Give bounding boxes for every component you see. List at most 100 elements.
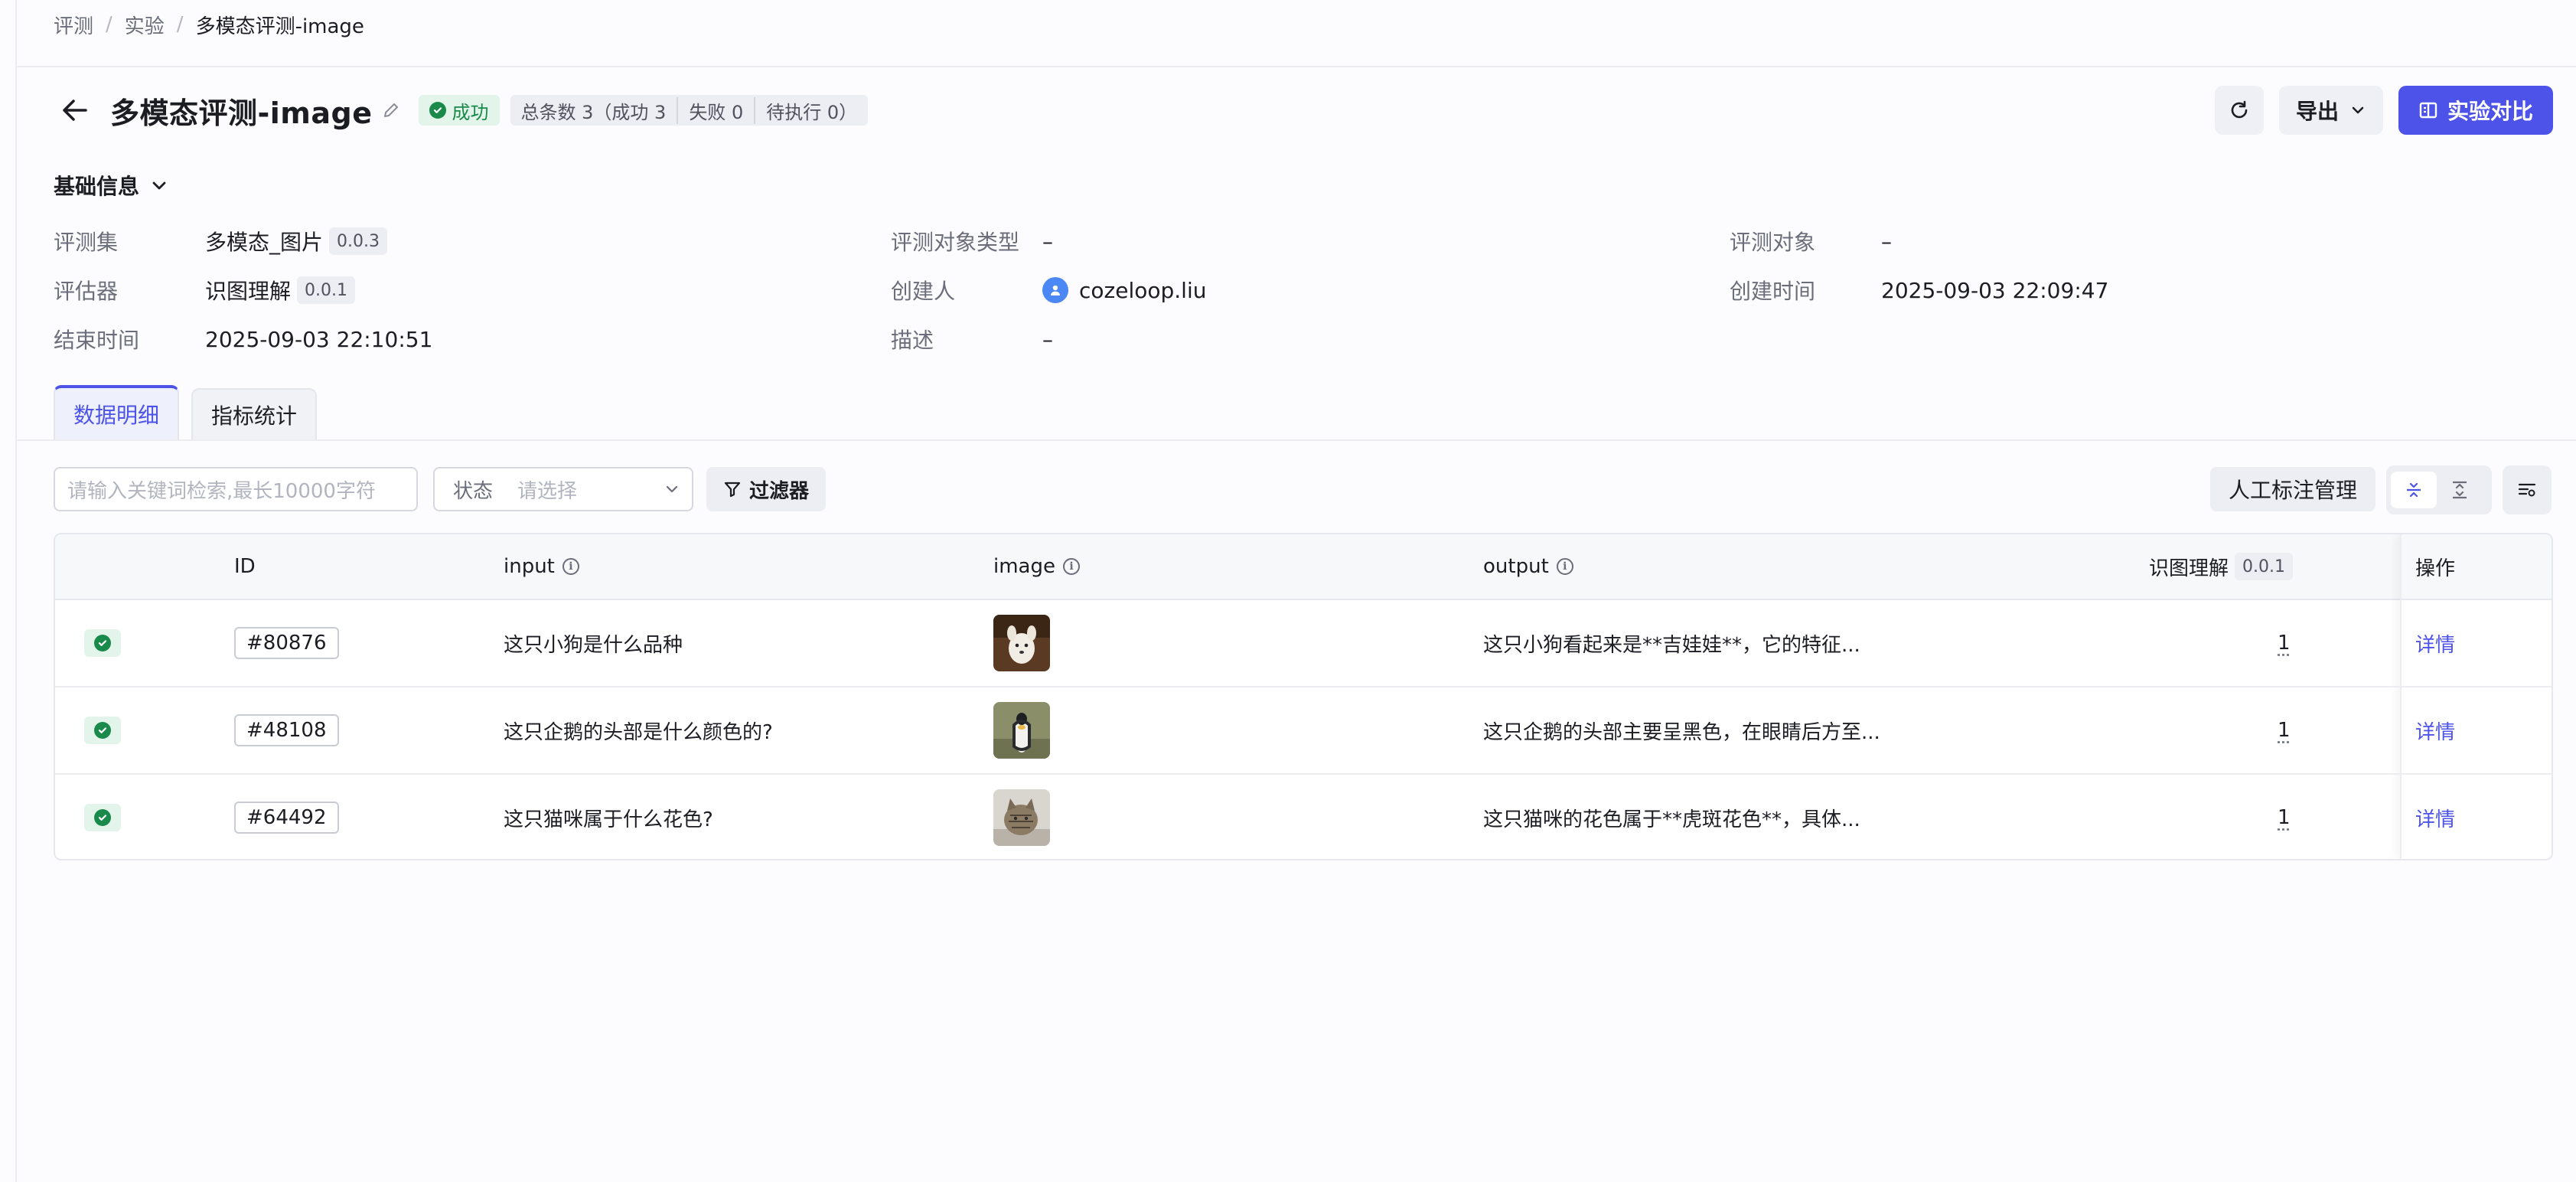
score-value[interactable]: 1: [2278, 806, 2291, 829]
refresh-icon: [2231, 100, 2248, 119]
detail-link[interactable]: 详情: [2415, 629, 2455, 658]
row-image: [993, 600, 1050, 686]
row-input: 这只企鹅的头部是什么颜色的?: [504, 720, 773, 744]
breadcrumb-item-experiment[interactable]: 实验: [125, 11, 165, 39]
chevron-down-icon: [152, 181, 166, 190]
info-icon[interactable]: i: [562, 558, 579, 575]
title-row: 多模态评测-image 成功 总条数 3（成功 3 失败 0 待执行 0） 导出…: [54, 86, 2553, 135]
tab-metrics[interactable]: 指标统计: [191, 388, 318, 440]
info-description: 描述 –: [891, 315, 1053, 364]
eval-set-name[interactable]: 多模态_图片: [205, 226, 323, 256]
tab-data-detail[interactable]: 数据明细: [54, 385, 180, 440]
experiment-detail-page: 评测 / 实验 / 多模态评测-image 多模态评测-image 成功 总条数…: [17, 0, 2576, 1182]
row-id: #80876: [234, 600, 339, 686]
penguin-thumbnail[interactable]: [993, 702, 1050, 759]
dog-thumbnail[interactable]: [993, 615, 1050, 671]
info-value: 2025-09-03 22:10:51: [205, 326, 433, 352]
back-button[interactable]: [54, 89, 96, 132]
info-creator: 创建人 cozeloop.liu: [891, 266, 1206, 315]
breadcrumb-separator: /: [106, 13, 112, 36]
expand-rows-button[interactable]: [2437, 472, 2483, 508]
info-created-time: 创建时间 2025-09-03 22:09:47: [1730, 266, 2108, 315]
evaluator-name[interactable]: 识图理解: [205, 275, 291, 305]
table-row[interactable]: #48108 这只企鹅的头部是什么颜色的? 这只企鹅的头部主要呈黑色，在眼睛后方…: [55, 687, 2552, 775]
status-select[interactable]: 状态 请选择: [433, 467, 693, 511]
basic-info-toggle[interactable]: 基础信息: [54, 168, 168, 202]
search-input[interactable]: 请输入关键词检索,最长10000字符: [54, 467, 418, 511]
compare-experiments-button[interactable]: 实验对比: [2398, 86, 2553, 135]
refresh-button[interactable]: [2214, 86, 2264, 135]
col-header-output: output i: [1483, 534, 1573, 599]
col-header-label: image: [993, 555, 1055, 578]
info-target-type: 评测对象类型 –: [891, 217, 1053, 266]
col-header-evaluator: 识图理解 0.0.1: [2149, 534, 2293, 599]
header-actions: 导出 实验对比: [2214, 86, 2553, 135]
info-label: 评测集: [54, 230, 119, 255]
info-target: 评测对象 –: [1730, 217, 1892, 266]
count-total: 总条数 3（成功 3: [520, 101, 667, 123]
breadcrumb-separator: /: [176, 13, 184, 36]
info-label: 评测对象类型: [891, 230, 1020, 255]
info-icon[interactable]: i: [1062, 558, 1080, 575]
avatar: [1042, 277, 1068, 303]
info-eval-set: 评测集 多模态_图片 0.0.3: [54, 217, 387, 266]
table-row[interactable]: #80876 这只小狗是什么品种 这只小狗看起来是**吉娃娃**，它的特征...…: [55, 600, 2552, 687]
info-row: 评估器 识图理解 0.0.1 创建人 cozeloop.liu 创建时间 202…: [54, 266, 2120, 315]
user-icon: [1051, 285, 1060, 296]
breadcrumb-item-current: 多模态评测-image: [195, 15, 364, 38]
annotation-management-button[interactable]: 人工标注管理: [2210, 467, 2376, 511]
row-image: [993, 687, 1050, 773]
score-value[interactable]: 1: [2278, 632, 2291, 655]
row-status: [84, 775, 121, 859]
export-label: 导出: [2295, 99, 2339, 124]
breadcrumb-item-eval[interactable]: 评测: [54, 11, 93, 39]
row-output: 这只小狗看起来是**吉娃娃**，它的特征...: [1483, 633, 1860, 657]
info-label: 创建时间: [1730, 279, 1816, 304]
check-circle-icon: [429, 102, 446, 119]
expand-icon: [2453, 481, 2467, 499]
compare-label: 实验对比: [2447, 99, 2533, 124]
id-tag[interactable]: #80876: [234, 627, 339, 659]
info-value: 2025-09-03 22:09:47: [1881, 277, 2109, 303]
row-score: 1: [2278, 600, 2291, 686]
count-failed: 失败 0: [677, 96, 754, 124]
breadcrumb: 评测 / 实验 / 多模态评测-image: [54, 11, 364, 38]
check-circle-icon: [94, 809, 111, 826]
detail-link[interactable]: 详情: [2415, 717, 2455, 745]
pencil-icon: [383, 103, 398, 117]
col-header-input: input i: [504, 534, 579, 599]
id-tag[interactable]: #48108: [234, 714, 339, 746]
row-id: #64492: [234, 775, 339, 859]
row-ops: 详情: [2415, 600, 2455, 686]
row-ops: 详情: [2415, 687, 2455, 773]
detail-link[interactable]: 详情: [2415, 804, 2455, 832]
success-badge: [84, 629, 121, 657]
collapse-rows-button[interactable]: [2391, 472, 2437, 508]
col-header-label: input: [504, 555, 555, 578]
filter-button[interactable]: 过滤器: [706, 467, 827, 511]
score-value[interactable]: 1: [2278, 719, 2291, 742]
left-rail: [0, 0, 17, 1182]
id-tag[interactable]: #64492: [234, 802, 339, 834]
page-title: 多模态评测-image: [110, 96, 373, 130]
basic-info-title: 基础信息: [54, 174, 140, 199]
export-dropdown[interactable]: 导出: [2278, 86, 2383, 135]
cat-thumbnail[interactable]: [993, 789, 1050, 846]
info-label: 评测对象: [1730, 230, 1816, 255]
col-header-label: output: [1483, 555, 1549, 578]
tabs-divider: [17, 439, 2576, 441]
edit-title-button[interactable]: [379, 98, 403, 122]
arrow-left-icon: [63, 100, 87, 121]
info-label: 结束时间: [54, 328, 140, 353]
row-ops: 详情: [2415, 775, 2455, 859]
row-input: 这只猫咪属于什么花色?: [504, 808, 713, 831]
info-value: 多模态_图片 0.0.3: [205, 226, 387, 256]
check-circle-icon: [94, 635, 111, 651]
table-row[interactable]: #64492 这只猫咪属于什么花色? 这只猫咪的花色属于**虎斑花色**，具体.…: [55, 775, 2552, 859]
data-table: ID input i image i output i 识图理解 0.0.1 操…: [54, 533, 2553, 860]
chevron-down-icon: [2352, 106, 2364, 114]
info-icon[interactable]: i: [1556, 558, 1573, 575]
version-tag: 0.0.1: [2235, 553, 2293, 580]
column-settings-button[interactable]: [2503, 465, 2552, 514]
status-select-placeholder: 请选择: [517, 479, 578, 503]
